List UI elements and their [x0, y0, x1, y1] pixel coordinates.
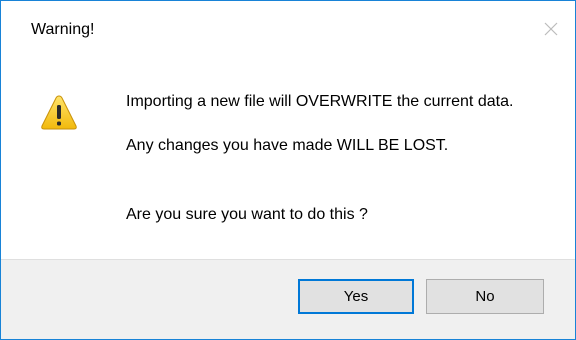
dialog-footer: Yes No — [1, 259, 575, 339]
no-button[interactable]: No — [426, 279, 544, 314]
dialog-title: Warning! — [31, 21, 95, 38]
close-icon — [544, 22, 558, 36]
dialog-content: Importing a new file will OVERWRITE the … — [1, 63, 575, 259]
yes-button[interactable]: Yes — [298, 279, 414, 314]
dialog-titlebar[interactable]: Warning! — [1, 1, 575, 63]
message-confirm: Are you sure you want to do this ? — [126, 206, 368, 223]
close-button[interactable] — [529, 9, 573, 49]
warning-dialog: Warning! Importing a new file will OVERW… — [0, 0, 576, 340]
message-changes-lost: Any changes you have made WILL BE LOST. — [126, 137, 449, 154]
message-overwrite: Importing a new file will OVERWRITE the … — [126, 93, 514, 110]
warning-icon — [41, 95, 77, 130]
